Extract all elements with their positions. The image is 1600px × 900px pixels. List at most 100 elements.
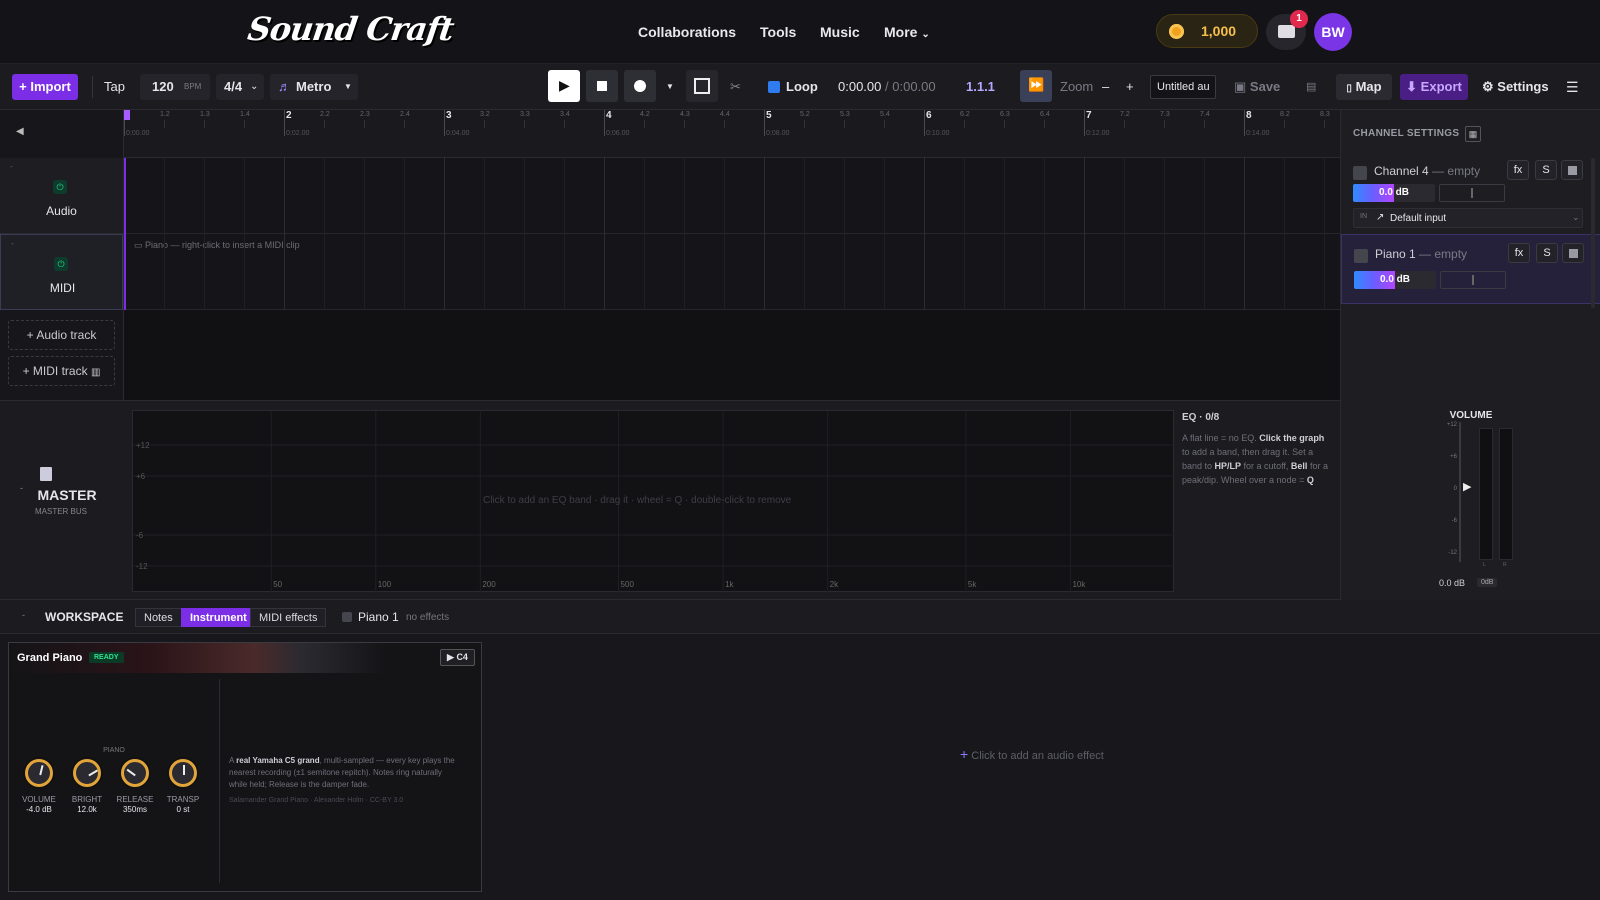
- playhead-marker[interactable]: [124, 110, 130, 120]
- download-icon: ⬇: [1406, 79, 1418, 94]
- preview-note-button[interactable]: ▶ C4: [440, 649, 475, 666]
- inbox-button[interactable]: 1: [1266, 10, 1308, 50]
- channel-checkbox[interactable]: [1354, 249, 1368, 263]
- eq-graph[interactable]: +12 +6 -6 -12 50 100 200 500 1k 2k 5k 10k Click to …: [132, 410, 1175, 593]
- tab-midi-effects[interactable]: MIDI effects: [250, 608, 327, 627]
- reset-volume-button[interactable]: 0dB: [1477, 578, 1498, 587]
- follow-playhead-button[interactable]: ⏩: [1020, 70, 1052, 102]
- add-audio-effect-button[interactable]: + Click to add an audio effect: [960, 746, 1104, 762]
- pan-slider[interactable]: [1439, 184, 1505, 202]
- nav-more[interactable]: More ⌄: [884, 24, 930, 40]
- grid-icon[interactable]: ▦: [1465, 126, 1481, 142]
- mute-button[interactable]: [1562, 243, 1584, 263]
- add-audio-track-button[interactable]: + Audio track: [8, 320, 115, 350]
- channel-checkbox[interactable]: [1353, 166, 1367, 180]
- pan-indicator: [1472, 275, 1474, 285]
- nav-tools[interactable]: Tools: [760, 24, 796, 40]
- tab-notes[interactable]: Notes: [135, 608, 182, 627]
- map-label: Map: [1355, 79, 1382, 94]
- knob-value: 0 st: [176, 805, 190, 814]
- channel-volume-slider[interactable]: 0.0 dB: [1353, 184, 1435, 202]
- power-icon[interactable]: ⏻: [53, 180, 67, 194]
- section-label: PIANO: [103, 747, 125, 754]
- track-header-audio[interactable]: - ⏻ Audio: [0, 158, 123, 234]
- collapse-icon[interactable]: -: [11, 239, 14, 248]
- workspace-title: WORKSPACE: [45, 610, 124, 624]
- tab-instrument[interactable]: Instrument: [181, 608, 256, 627]
- ruler-time-label: 0:00.00: [126, 130, 150, 137]
- tap-tempo-button[interactable]: Tap: [104, 74, 125, 100]
- nav-collaborations[interactable]: Collaborations: [638, 24, 736, 40]
- coin-balance[interactable]: 1,000: [1156, 14, 1258, 48]
- meter-left-label: L: [1483, 562, 1486, 568]
- volume-scale: +12 +6 0 -6 -12: [1439, 422, 1459, 562]
- input-select[interactable]: IN ↗ Default input ⌄: [1353, 208, 1583, 228]
- channel-scrollbar[interactable]: [1591, 158, 1595, 308]
- midi-lane[interactable]: ▭ Piano — right-click to insert a MIDI c…: [124, 234, 1340, 310]
- mute-button[interactable]: [1561, 160, 1583, 180]
- sound-craft-logo[interactable]: Sound Craft: [245, 10, 455, 48]
- volume-value: 0.0 dB: [1378, 187, 1409, 198]
- settings-button[interactable]: ⚙ Settings: [1482, 74, 1549, 100]
- track-lanes[interactable]: ▭ Piano — right-click to insert a MIDI c…: [124, 158, 1365, 400]
- loop-toggle[interactable]: Loop: [766, 74, 824, 100]
- collapse-tracks-icon[interactable]: ◀: [16, 126, 24, 137]
- time-signature-select[interactable]: 4/4 ⌄: [216, 74, 264, 100]
- collapse-icon[interactable]: -: [22, 610, 25, 620]
- knob-bright[interactable]: [73, 759, 101, 787]
- project-name-input[interactable]: Untitled au: [1150, 75, 1216, 99]
- nav-music[interactable]: Music: [820, 24, 860, 40]
- save-button[interactable]: ▣ Save: [1234, 74, 1280, 100]
- knob-indicator: [39, 765, 44, 776]
- menu-icon[interactable]: ☰: [1566, 74, 1579, 100]
- trash-icon[interactable]: ▤: [1306, 74, 1316, 100]
- solo-button[interactable]: S: [1535, 160, 1557, 180]
- gear-icon: ⚙: [1482, 79, 1494, 94]
- ruler-time-label: 0:08.00: [766, 130, 790, 137]
- fx-button[interactable]: fx: [1507, 160, 1529, 180]
- channel-volume-slider[interactable]: 0.0 dB: [1354, 271, 1436, 289]
- knob-volume[interactable]: [25, 759, 53, 787]
- collapse-icon[interactable]: -: [10, 162, 13, 171]
- playhead[interactable]: [124, 158, 126, 310]
- select-tool-button[interactable]: [686, 70, 718, 102]
- play-icon: ▶: [559, 77, 570, 93]
- fader-track[interactable]: [1459, 422, 1461, 562]
- play-button[interactable]: ▶: [548, 70, 580, 102]
- zoom-in-button[interactable]: +: [1126, 74, 1134, 100]
- import-button[interactable]: + Import: [12, 74, 78, 100]
- meter-left: [1479, 428, 1493, 560]
- power-icon[interactable]: ⏻: [54, 257, 68, 271]
- stop-button[interactable]: [586, 70, 618, 102]
- fx-button[interactable]: fx: [1508, 243, 1530, 263]
- meter-right-label: R: [1503, 562, 1507, 568]
- map-button[interactable]: ▯ Map: [1336, 74, 1392, 100]
- ruler-beat-tick: [564, 120, 565, 128]
- knob-transp[interactable]: [169, 759, 197, 787]
- record-button[interactable]: [624, 70, 656, 102]
- bpm-field[interactable]: 120 BPM: [140, 74, 210, 100]
- audio-lane[interactable]: [124, 158, 1340, 234]
- zoom-out-button[interactable]: –: [1102, 74, 1109, 100]
- fader-handle-icon[interactable]: ▶: [1463, 480, 1471, 493]
- pan-slider[interactable]: [1440, 271, 1506, 289]
- settings-label: Settings: [1497, 79, 1549, 94]
- solo-button[interactable]: S: [1536, 243, 1558, 263]
- volume-scale-tick: -12: [1448, 550, 1457, 556]
- ruler-bar-line: [444, 110, 445, 136]
- record-options-caret-icon[interactable]: ▼: [666, 74, 674, 100]
- channel-settings-panel: CHANNEL SETTINGS ▦ Channel 4 — empty fx …: [1340, 110, 1600, 400]
- user-avatar[interactable]: BW: [1314, 13, 1352, 51]
- divider: [219, 679, 220, 883]
- ruler-bar-number: 8: [1246, 110, 1252, 121]
- timeline-ruler[interactable]: 10:00.001.21.31.420:02.002.22.32.430:04.…: [124, 110, 1340, 158]
- scissors-icon[interactable]: ✂: [730, 74, 741, 100]
- export-button[interactable]: ⬇ Export: [1400, 74, 1468, 100]
- knob-label: BRIGHT: [71, 795, 103, 804]
- knob-release[interactable]: [121, 759, 149, 787]
- piano-keys-icon: ▥: [90, 367, 101, 378]
- volume-value: 0.0 dB: [1379, 274, 1410, 285]
- metronome-button[interactable]: ♬ Metro ▼: [270, 74, 358, 100]
- add-midi-track-button[interactable]: + MIDI track ▥: [8, 356, 115, 386]
- track-header-midi[interactable]: - ⏻ MIDI: [0, 234, 123, 310]
